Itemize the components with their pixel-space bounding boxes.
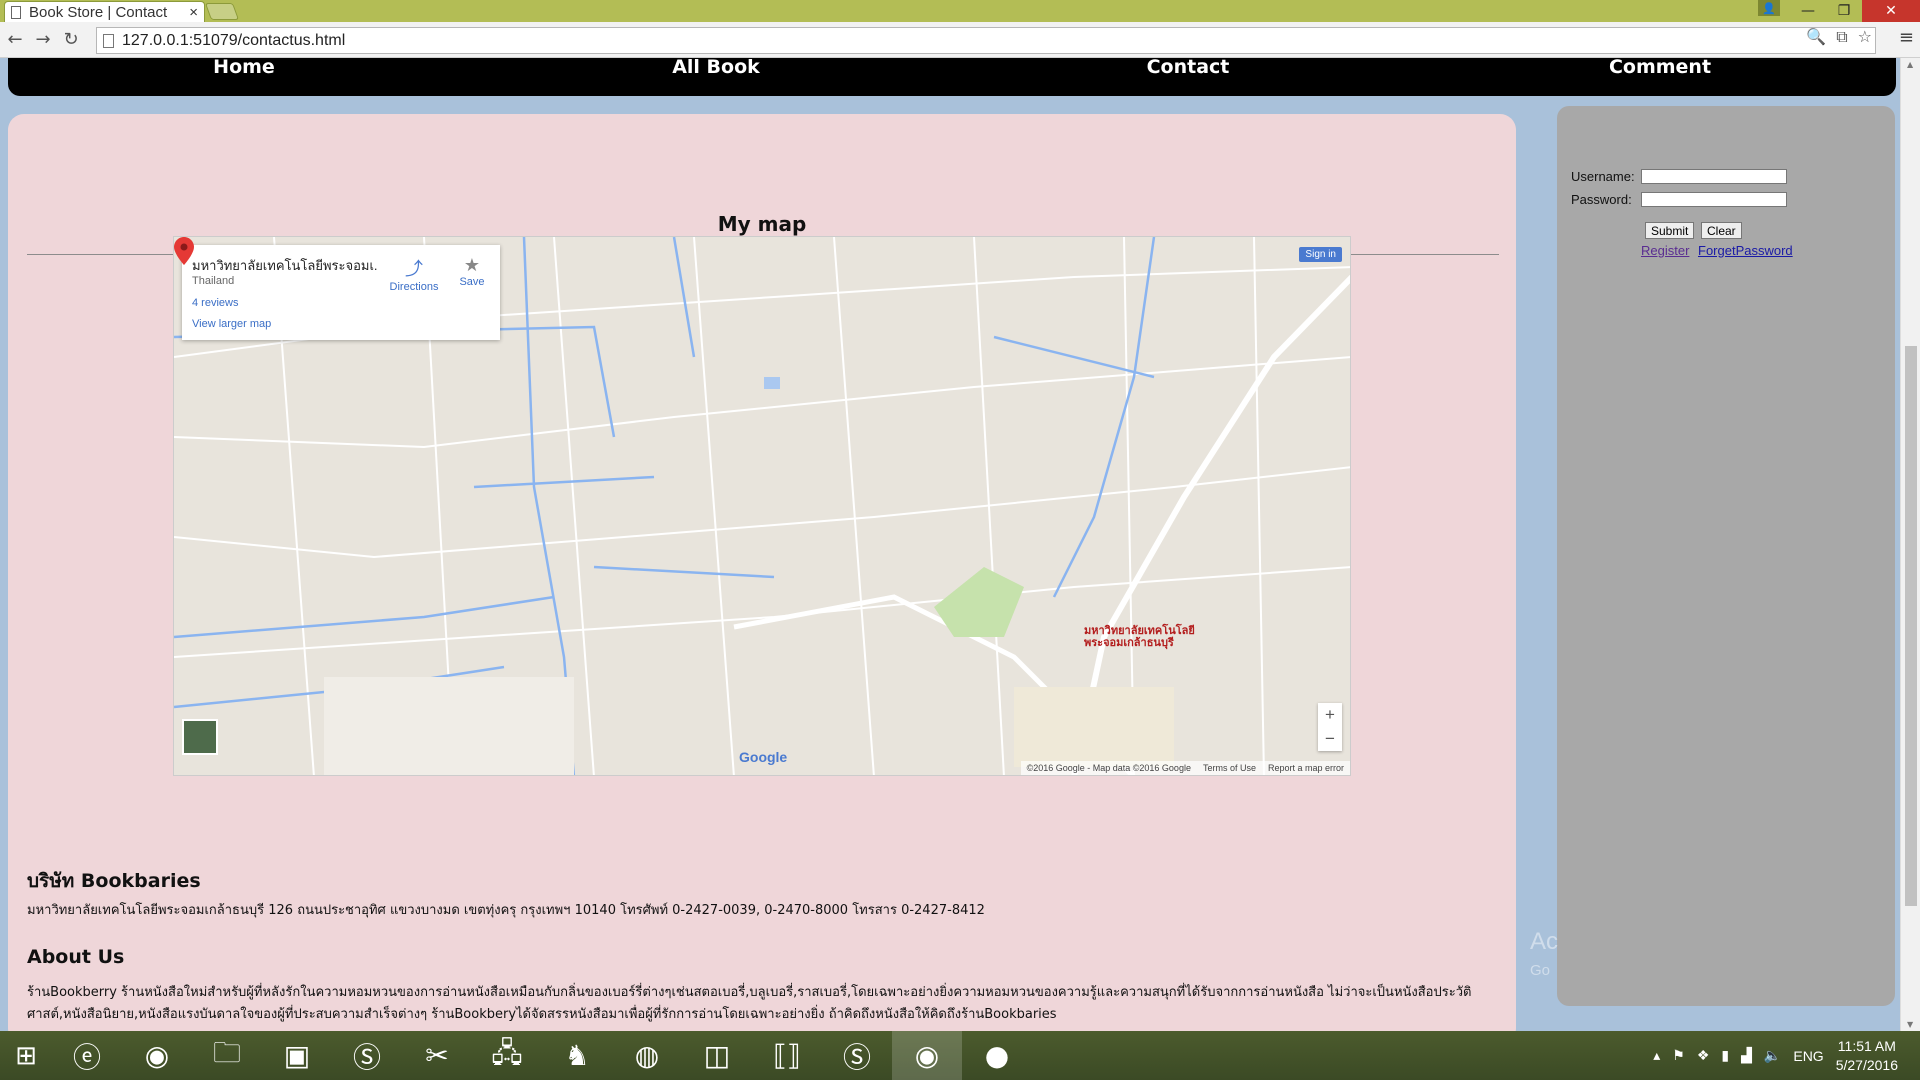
sublime-icon[interactable]: Ⓢ — [332, 1031, 402, 1080]
reload-icon[interactable]: ↻ — [58, 27, 84, 53]
chrome-icon[interactable]: ◉ — [122, 1031, 192, 1080]
larger-map-link[interactable]: View larger map — [192, 318, 271, 330]
brackets-icon[interactable]: ⟦⟧ — [752, 1031, 822, 1080]
main-navbar: Home All Book Contact Comment — [8, 58, 1896, 96]
forward-icon[interactable]: → — [30, 27, 56, 53]
bookmark-star-icon[interactable]: ☆ — [1858, 27, 1872, 47]
map-footer: ©2016 Google - Map data ©2016 Google Ter… — [1020, 761, 1350, 775]
report-error-link[interactable]: Report a map error — [1268, 763, 1344, 773]
skype-icon[interactable]: Ⓢ — [822, 1031, 892, 1080]
submit-button[interactable]: Submit — [1645, 222, 1695, 239]
tab-close-icon[interactable]: × — [189, 4, 198, 21]
about-text: ร้านBookberry ร้านหนังสือใหม่สำหรับผู้ที… — [27, 985, 1472, 1022]
github-icon[interactable]: ● — [962, 1031, 1032, 1080]
page-icon — [11, 5, 21, 19]
place-info-card: มหาวิทยาลัยเทคโนโลยีพระจอมเ... Thailand … — [182, 245, 500, 340]
scroll-up-icon[interactable]: ▲ — [1907, 60, 1913, 69]
save-button[interactable]: ★ Save — [452, 255, 492, 288]
chrome-active-icon[interactable]: ◉ — [892, 1031, 962, 1080]
virtualbox-icon[interactable]: ◫ — [682, 1031, 752, 1080]
username-label: Username: — [1571, 169, 1635, 184]
nav-all-book[interactable]: All Book — [480, 58, 952, 96]
page-scrollbar[interactable]: ▲ ▼ — [1900, 58, 1920, 1031]
activate-watermark: Ac — [1530, 928, 1559, 955]
page-viewport: Home All Book Contact Comment My map มหา… — [0, 58, 1900, 1031]
map-signin-button[interactable]: Sign in — [1299, 247, 1342, 262]
network-app-icon[interactable]: 🖧 — [472, 1031, 542, 1080]
company-heading: บริษัท Bookbaries — [27, 870, 201, 892]
new-tab-button[interactable] — [204, 3, 240, 20]
address-bar[interactable]: 127.0.0.1:51079/contactus.html — [96, 27, 1876, 54]
minimize-icon[interactable]: — — [1790, 0, 1826, 22]
scroll-down-icon[interactable]: ▼ — [1907, 1020, 1913, 1029]
login-panel: Username: Password: Submit Clear Registe… — [1557, 106, 1895, 1006]
dropbox-icon[interactable]: ❖ — [1697, 1047, 1710, 1064]
flag-icon[interactable]: ⚑ — [1672, 1047, 1685, 1064]
place-country: Thailand — [192, 275, 235, 287]
star-icon: ★ — [463, 255, 481, 275]
save-label: Save — [459, 276, 485, 288]
directions-label: Directions — [389, 281, 439, 293]
internet-explorer-icon[interactable]: ⓔ — [52, 1031, 122, 1080]
taskbar: ⊞ ⓔ ◉ 🗀 ▣ Ⓢ ✂ 🖧 ♞ ◍ ◫ ⟦⟧ Ⓢ ◉ ● ▴ ⚑ ❖ ▮ ▟… — [0, 1031, 1920, 1080]
company-address: มหาวิทยาลัยเทคโนโลยีพระจอมเกล้าธนบุรี 12… — [27, 903, 985, 918]
system-tray: ▴ ⚑ ❖ ▮ ▟ 🔈 ENG 11:51 AM 5/27/2016 — [1653, 1031, 1920, 1080]
volume-icon[interactable]: 🔈 — [1764, 1047, 1781, 1064]
nav-contact[interactable]: Contact — [952, 58, 1424, 96]
power-icon[interactable]: ▮ — [1721, 1047, 1729, 1064]
pin-label: มหาวิทยาลัยเทคโนโลยีพระจอมเกล้าธนบุรี — [1084, 624, 1195, 649]
directions-button[interactable]: ⤴ Directions — [386, 255, 442, 293]
zoom-icon[interactable]: 🔍 — [1806, 27, 1826, 47]
zoom-control: + − — [1318, 703, 1342, 751]
forget-password-link[interactable]: ForgetPassword — [1698, 243, 1793, 258]
embedded-map[interactable]: มหาวิทยาลัยเทคโนโลยีพระจอมเ... Thailand … — [173, 236, 1351, 776]
back-icon[interactable]: ← — [2, 27, 28, 53]
terms-link[interactable]: Terms of Use — [1203, 763, 1256, 773]
clock[interactable]: 11:51 AM 5/27/2016 — [1836, 1037, 1898, 1075]
place-name: มหาวิทยาลัยเทคโนโลยีพระจอมเ... — [192, 258, 377, 273]
register-link[interactable]: Register — [1641, 243, 1689, 258]
network-icon[interactable]: ▟ — [1741, 1047, 1752, 1064]
snipping-tool-icon[interactable]: ✂ — [402, 1031, 472, 1080]
language-indicator[interactable]: ENG — [1793, 1048, 1823, 1064]
game-app-icon[interactable]: ♞ — [542, 1031, 612, 1080]
browser-toolbar: ← → ↻ 127.0.0.1:51079/contactus.html — [0, 22, 1920, 58]
password-label: Password: — [1571, 192, 1632, 207]
scroll-thumb[interactable] — [1905, 346, 1917, 906]
menu-icon[interactable]: ≡ — [1899, 27, 1914, 48]
window-close-icon[interactable]: ✕ — [1862, 0, 1920, 22]
nav-comment[interactable]: Comment — [1424, 58, 1896, 96]
tray-expand-icon[interactable]: ▴ — [1653, 1047, 1660, 1064]
map-title: My map — [717, 212, 807, 236]
page-icon — [103, 33, 114, 48]
directions-icon: ⤴ — [405, 259, 423, 279]
file-explorer-icon[interactable]: 🗀 — [192, 1031, 262, 1080]
zoom-in-button[interactable]: + — [1318, 703, 1342, 727]
store-icon[interactable]: ▣ — [262, 1031, 332, 1080]
clock-date: 5/27/2016 — [1835, 1056, 1898, 1073]
activate-watermark-sub: Go — [1530, 962, 1551, 979]
url-text: 127.0.0.1:51079/contactus.html — [122, 31, 346, 49]
reviews-link[interactable]: 4 reviews — [192, 297, 238, 309]
location-pin-icon[interactable] — [174, 237, 194, 265]
translate-icon[interactable]: ⧉ — [1836, 27, 1847, 47]
map-copyright: ©2016 Google - Map data ©2016 Google — [1026, 763, 1191, 773]
nav-home[interactable]: Home — [8, 58, 480, 96]
firefox-icon[interactable]: ◍ — [612, 1031, 682, 1080]
about-heading: About Us — [27, 946, 125, 968]
google-logo: Google — [739, 749, 788, 765]
restore-icon[interactable]: ❐ — [1826, 0, 1862, 22]
browser-titlebar: Book Store | Contact × 👤 — ❐ ✕ — [0, 0, 1920, 22]
tab-title: Book Store | Contact — [29, 3, 168, 21]
satellite-toggle[interactable] — [182, 719, 218, 755]
clock-time: 11:51 AM — [1837, 1037, 1896, 1054]
user-profile-icon[interactable]: 👤 — [1758, 0, 1780, 16]
password-input[interactable] — [1641, 192, 1787, 207]
windows-start-icon[interactable]: ⊞ — [0, 1031, 52, 1080]
username-input[interactable] — [1641, 169, 1787, 184]
content-panel: My map มหาวิทยาลัยเทคโนโลยีพระจอมเ... Th… — [8, 114, 1516, 1031]
clear-button[interactable]: Clear — [1701, 222, 1742, 239]
zoom-out-button[interactable]: − — [1318, 727, 1342, 751]
browser-tab[interactable]: Book Store | Contact × — [4, 1, 205, 22]
